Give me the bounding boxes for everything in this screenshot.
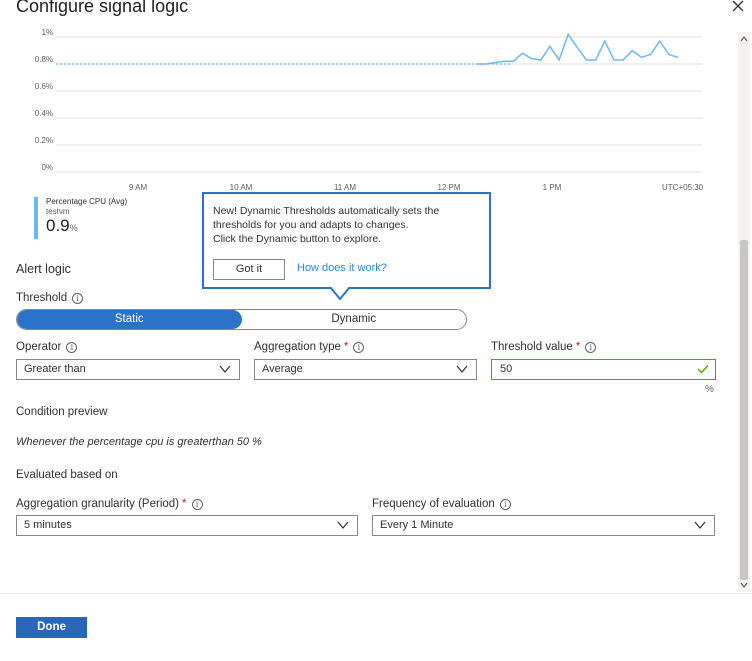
chevron-down-icon xyxy=(337,521,349,529)
metric-resource: testvm xyxy=(46,207,70,216)
aggregation-type-value: Average xyxy=(262,363,303,375)
callout-line: Click the Dynamic button to explore. xyxy=(213,233,382,245)
panel-title: Configure signal logic xyxy=(16,0,189,16)
threshold-label-group: Threshold i xyxy=(16,292,84,304)
dynamic-option[interactable]: Dynamic xyxy=(242,310,467,329)
info-icon[interactable]: i xyxy=(499,498,511,510)
callout-line: thresholds for you and adapts to changes… xyxy=(213,219,409,231)
cpu-chart: 1% 0.8% 0.6% 0.4% 0.2% 0% 9 AM 10 AM 11 AM 12 PM… xyxy=(35,28,704,192)
granularity-value: 5 minutes xyxy=(24,519,72,531)
info-icon[interactable]: i xyxy=(585,341,597,353)
frequency-label: Frequency of evaluation xyxy=(372,498,495,510)
timezone-label: UTC+05:30 xyxy=(662,183,704,192)
required-mark: * xyxy=(343,341,349,353)
footer-divider xyxy=(0,593,752,594)
threshold-value-input[interactable]: 50 xyxy=(491,359,716,380)
threshold-value-label-group: Threshold value * i xyxy=(491,341,597,353)
condition-preview-text: Whenever the percentage cpu is greaterth… xyxy=(16,436,262,448)
x-tick-label: 10 AM xyxy=(230,183,253,192)
threshold-toggle[interactable]: Static Dynamic xyxy=(16,309,467,330)
x-tick-label: 11 AM xyxy=(334,183,356,192)
scroll-down-arrow-icon[interactable] xyxy=(738,580,750,590)
threshold-value-text: 50 xyxy=(500,363,513,375)
done-button[interactable]: Done xyxy=(16,617,87,638)
y-tick-label: 0.2% xyxy=(35,136,53,145)
info-icon[interactable]: i xyxy=(353,341,365,353)
how-does-it-work-link[interactable]: How does it work? xyxy=(297,262,387,274)
threshold-label: Threshold xyxy=(16,292,68,304)
chevron-down-icon xyxy=(456,365,468,373)
required-mark: * xyxy=(182,498,187,510)
frequency-value: Every 1 Minute xyxy=(380,519,454,531)
aggregation-type-label-group: Aggregation type * i xyxy=(254,341,365,353)
static-option[interactable]: Static xyxy=(17,310,242,329)
x-tick-label: 12 PM xyxy=(437,183,460,192)
condition-preview-heading: Condition preview xyxy=(16,406,108,418)
x-axis-ticks: 9 AM 10 AM 11 AM 12 PM 1 PM xyxy=(129,183,562,192)
operator-value: Greater than xyxy=(24,363,86,375)
vertical-scrollbar[interactable] xyxy=(738,32,750,592)
info-icon[interactable]: i xyxy=(72,292,84,304)
x-tick-label: 1 PM xyxy=(543,183,562,192)
operator-label: Operator xyxy=(16,341,62,353)
frequency-select[interactable]: Every 1 Minute xyxy=(372,515,715,536)
callout-line: New! Dynamic Thresholds automatically se… xyxy=(213,205,440,217)
y-gridlines: 1% 0.8% 0.6% 0.4% 0.2% 0% xyxy=(35,28,702,173)
y-tick-label: 0% xyxy=(41,163,53,172)
required-mark: * xyxy=(575,341,581,353)
scroll-up-arrow-icon[interactable] xyxy=(738,34,750,44)
granularity-label-group: Aggregation granularity (Period) * i xyxy=(16,498,203,510)
scrollbar-thumb[interactable] xyxy=(740,240,748,580)
metric-legend: Percentage CPU (Avg) testvm 0.9% xyxy=(34,197,127,239)
y-tick-label: 0.4% xyxy=(35,109,53,118)
got-it-button[interactable]: Got it xyxy=(213,259,285,280)
metric-name: Percentage CPU (Avg) xyxy=(46,197,128,206)
metric-value: 0.9 xyxy=(46,216,70,235)
info-icon[interactable]: i xyxy=(66,341,78,353)
evaluated-heading: Evaluated based on xyxy=(16,469,118,481)
aggregation-type-label: Aggregation type xyxy=(254,341,341,353)
granularity-label: Aggregation granularity (Period) xyxy=(16,498,180,510)
close-icon[interactable] xyxy=(730,0,746,14)
chevron-down-icon xyxy=(694,521,706,529)
operator-label-group: Operator i xyxy=(16,341,78,353)
callout-message: New! Dynamic Thresholds automatically se… xyxy=(213,204,479,246)
dynamic-thresholds-callout: New! Dynamic Thresholds automatically se… xyxy=(202,192,491,289)
metric-unit: % xyxy=(69,223,78,233)
cpu-series-line xyxy=(476,32,679,65)
x-tick-label: 9 AM xyxy=(129,183,148,192)
alert-logic-heading: Alert logic xyxy=(16,262,71,276)
y-tick-label: 0.6% xyxy=(35,82,53,91)
threshold-value-label: Threshold value xyxy=(491,341,573,353)
aggregation-type-select[interactable]: Average xyxy=(254,359,477,380)
operator-select[interactable]: Greater than xyxy=(16,359,240,380)
info-icon[interactable]: i xyxy=(191,498,203,510)
chevron-down-icon xyxy=(219,365,231,373)
callout-beak xyxy=(330,287,350,301)
granularity-select[interactable]: 5 minutes xyxy=(16,515,358,536)
checkmark-icon xyxy=(697,365,709,374)
y-tick-label: 1% xyxy=(41,28,53,37)
y-tick-label: 0.8% xyxy=(35,55,53,64)
frequency-label-group: Frequency of evaluation i xyxy=(372,498,511,510)
threshold-unit: % xyxy=(705,384,714,395)
